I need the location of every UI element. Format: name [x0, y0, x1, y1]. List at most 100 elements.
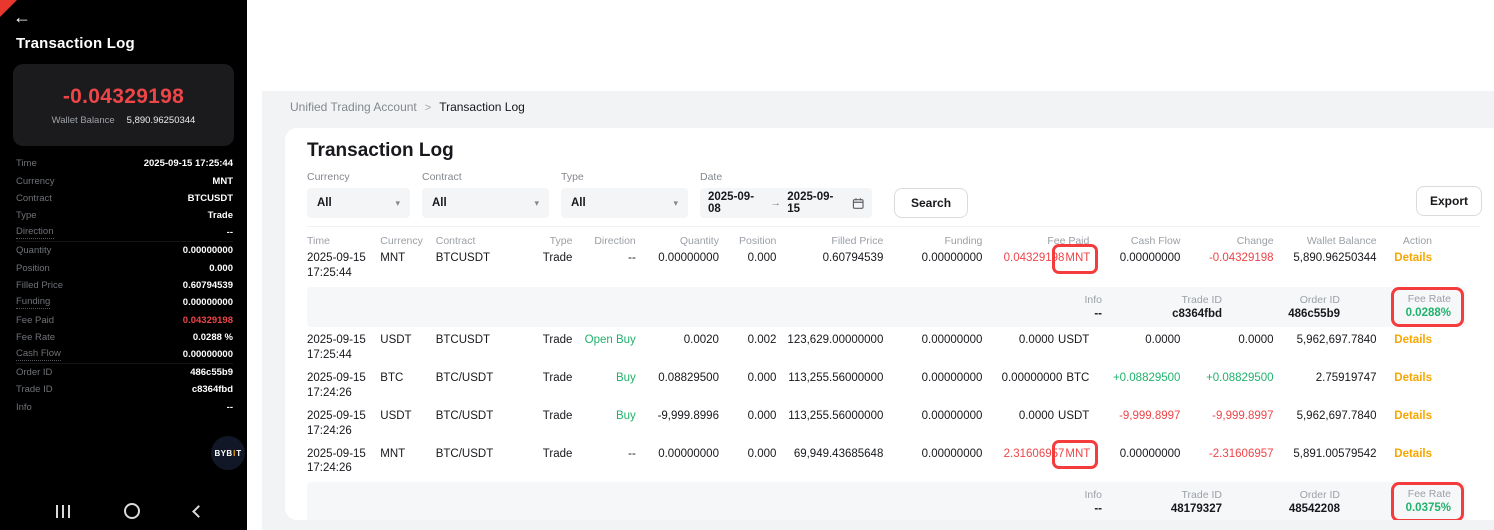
- column-header-time: Time: [307, 235, 380, 247]
- column-header-quantity: Quantity: [636, 235, 719, 247]
- calendar-icon: [852, 197, 864, 210]
- bybit-logo: BYBIT: [211, 436, 245, 470]
- cell-filled_price: 113,255.56000000: [776, 371, 883, 386]
- field-label: Direction: [16, 226, 54, 239]
- date-start: 2025-09-08: [708, 191, 764, 215]
- cell-cash_flow: 0.00000000: [1089, 447, 1180, 462]
- column-header-direction: Direction: [572, 235, 635, 247]
- breadcrumb: Unified Trading Account>Transaction Log: [262, 91, 1494, 114]
- table-body: 2025-09-1517:25:44MNTBTCUSDTTrade--0.000…: [307, 247, 1480, 520]
- cell-direction: --: [572, 251, 635, 266]
- cell-fee: 0.0000USDT: [982, 333, 1089, 348]
- cell-trade_type: Trade: [519, 371, 572, 386]
- annotation-box-fee-rate: Fee Rate 0.0288%: [1391, 287, 1464, 327]
- mobile-screenshot-panel: ← Transaction Log -0.04329198 Wallet Bal…: [0, 0, 247, 530]
- cell-fee: 0.0000USDT: [982, 409, 1089, 424]
- subcell-value: 0.0288%: [1406, 307, 1451, 319]
- type-filter-select[interactable]: All ▾: [561, 188, 688, 218]
- cell-currency: MNT: [380, 251, 435, 266]
- details-link[interactable]: Details: [1394, 252, 1432, 264]
- android-home-icon[interactable]: [124, 503, 140, 519]
- cell-wallet: 2.75919747: [1274, 371, 1377, 386]
- detail-field-type: Type Trade: [16, 207, 233, 224]
- cell-cash_flow: 0.0000: [1089, 333, 1180, 348]
- type-filter: Type All ▾: [561, 171, 688, 218]
- field-value: 0.04329198: [183, 315, 233, 326]
- date-range-picker[interactable]: 2025-09-08 → 2025-09-15: [700, 188, 872, 218]
- column-header-cash-flow: Cash Flow: [1089, 235, 1180, 247]
- detail-field-fee-paid: Fee Paid 0.04329198: [16, 312, 233, 329]
- field-value: 0.00000000: [183, 349, 233, 360]
- cell-contract: BTC/USDT: [436, 409, 519, 424]
- subcell-trade_id: Trade IDc8364fbd: [1102, 294, 1222, 320]
- subcell-value: --: [1038, 503, 1102, 515]
- cell-cash_flow: 0.00000000: [1089, 251, 1180, 266]
- contract-filter-select[interactable]: All ▾: [422, 188, 549, 218]
- column-header-change: Change: [1180, 235, 1273, 247]
- cell-wallet: 5,962,697.7840: [1274, 333, 1377, 348]
- subcell-value: 48179327: [1102, 503, 1222, 515]
- cell-trade_type: Trade: [519, 251, 572, 266]
- cell-change: -2.31606957: [1180, 447, 1273, 462]
- field-value: Trade: [208, 210, 233, 221]
- subcell-fee_rate: Fee Rate0.0375%: [1340, 488, 1452, 516]
- field-label: Fee Paid: [16, 315, 54, 326]
- web-panel: Unified Trading Account>Transaction Log …: [247, 0, 1494, 530]
- field-value: c8364fbd: [192, 384, 233, 395]
- column-header-action: Action: [1377, 235, 1432, 247]
- cell-currency: MNT: [380, 447, 435, 462]
- contract-filter: Contract All ▾: [422, 171, 549, 218]
- details-link[interactable]: Details: [1394, 448, 1432, 460]
- cell-filled_price: 123,629.00000000: [776, 333, 883, 348]
- cell-action: Details: [1377, 333, 1432, 348]
- wallet-balance-value: 5,890.96250344: [127, 115, 196, 126]
- date-filter: Date 2025-09-08 → 2025-09-15: [700, 171, 872, 218]
- details-link[interactable]: Details: [1394, 372, 1432, 384]
- column-header-contract: Contract: [436, 235, 519, 247]
- detail-field-quantity: Quantity0.00000000: [16, 242, 233, 259]
- cell-quantity: 0.00000000: [636, 251, 719, 266]
- subcell-label: Order ID: [1222, 294, 1340, 306]
- cell-fee: 2.31606957MNT: [982, 447, 1089, 462]
- back-arrow-icon[interactable]: ←: [13, 7, 31, 28]
- arrow-right-icon: →: [770, 197, 781, 209]
- breadcrumb-current: Transaction Log: [439, 100, 525, 114]
- subcell-trade_id: Trade ID48179327: [1102, 489, 1222, 515]
- detail-field-order-id: Order ID486c55b9: [16, 364, 233, 381]
- field-label: Type: [16, 210, 37, 221]
- cell-fee: 0.04329198MNT: [982, 251, 1089, 266]
- type-filter-label: Type: [561, 171, 688, 183]
- breadcrumb-parent-link[interactable]: Unified Trading Account: [290, 100, 417, 114]
- currency-filter-label: Currency: [307, 171, 410, 183]
- page-background: Unified Trading Account>Transaction Log …: [262, 91, 1494, 530]
- cell-position: 0.000: [719, 371, 776, 386]
- column-header-type: Type: [519, 235, 572, 247]
- field-label: Filled Price: [16, 280, 63, 291]
- cell-funding: 0.00000000: [883, 409, 982, 424]
- date-end: 2025-09-15: [787, 191, 843, 215]
- field-value: 0.60794539: [183, 280, 233, 291]
- field-value: BTCUSDT: [188, 193, 233, 204]
- field-label: Trade ID: [16, 384, 53, 395]
- subcell-info: Info--: [1038, 489, 1102, 515]
- android-recents-icon[interactable]: [56, 505, 70, 518]
- subcell-label: Fee Rate: [1406, 488, 1451, 500]
- android-back-icon[interactable]: [192, 505, 205, 518]
- cell-action: Details: [1377, 447, 1432, 462]
- cell-time: 2025-09-1517:24:26: [307, 371, 380, 401]
- currency-filter-select[interactable]: All ▾: [307, 188, 410, 218]
- details-link[interactable]: Details: [1394, 410, 1432, 422]
- details-link[interactable]: Details: [1394, 334, 1432, 346]
- subcell-label: Fee Rate: [1406, 293, 1451, 305]
- search-button[interactable]: Search: [894, 188, 968, 218]
- cell-wallet: 5,890.96250344: [1274, 251, 1377, 266]
- logo-text: BYB: [214, 449, 232, 458]
- cell-trade_type: Trade: [519, 333, 572, 348]
- export-button[interactable]: Export: [1416, 186, 1482, 216]
- cell-direction: Buy: [572, 409, 635, 424]
- field-label: Funding: [16, 296, 50, 309]
- table-header-row: TimeCurrencyContractTypeDirectionQuantit…: [307, 235, 1480, 247]
- detail-field-list: Time2025-09-15 17:25:44CurrencyMNTContra…: [16, 155, 233, 416]
- cell-quantity: 0.00000000: [636, 447, 719, 462]
- cell-time: 2025-09-1517:25:44: [307, 251, 380, 281]
